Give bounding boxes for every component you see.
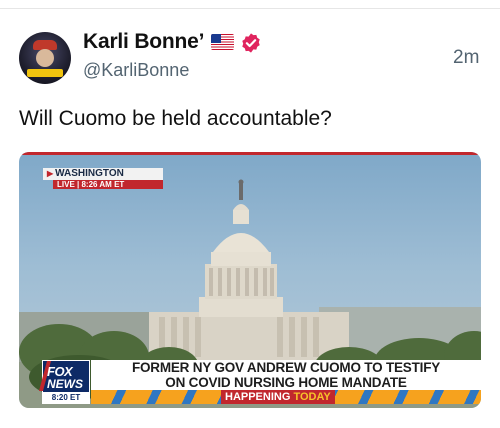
headline-box: FORMER NY GOV ANDREW CUOMO TO TESTIFY ON… xyxy=(91,360,481,390)
tweet-text: Will Cuomo be held accountable? xyxy=(19,107,332,130)
logo-time: 8:20 ET xyxy=(43,392,89,403)
us-flag-icon xyxy=(211,34,234,50)
location-bug: ▶ WASHINGTON LIVE | 8:26 AM ET xyxy=(43,168,163,190)
headline-line1: FORMER NY GOV ANDREW CUOMO TO TESTIFY xyxy=(131,360,441,375)
author-display-name[interactable]: Karli Bonne’ xyxy=(83,30,204,54)
headline-line2: ON COVID NURSING HOME MANDATE xyxy=(165,375,407,390)
fox-news-logo: FOX NEWS 8:20 ET xyxy=(38,360,90,404)
tweet-media-image[interactable]: ▶ WASHINGTON LIVE | 8:26 AM ET FOX NEWS 8… xyxy=(19,152,481,408)
ticker-tag-text: HAPPENING xyxy=(225,391,291,403)
ticker-tag: HAPPENING TODAY xyxy=(221,390,335,404)
avatar[interactable] xyxy=(19,32,71,84)
lower-third-banner: FORMER NY GOV ANDREW CUOMO TO TESTIFY ON… xyxy=(91,360,481,404)
top-divider xyxy=(0,8,500,9)
verified-badge-icon xyxy=(242,33,260,53)
logo-line2: NEWS xyxy=(47,377,83,391)
media-top-accent xyxy=(19,152,481,155)
ticker-bar: HAPPENING TODAY xyxy=(91,390,481,404)
timestamp[interactable]: 2m xyxy=(453,47,479,69)
ticker-tag-highlight: TODAY xyxy=(293,391,331,403)
location-city: WASHINGTON xyxy=(55,168,124,179)
play-triangle-icon: ▶ xyxy=(47,169,54,178)
live-indicator: LIVE | 8:26 AM ET xyxy=(53,180,163,189)
author-handle[interactable]: @KarliBonne xyxy=(83,60,189,81)
